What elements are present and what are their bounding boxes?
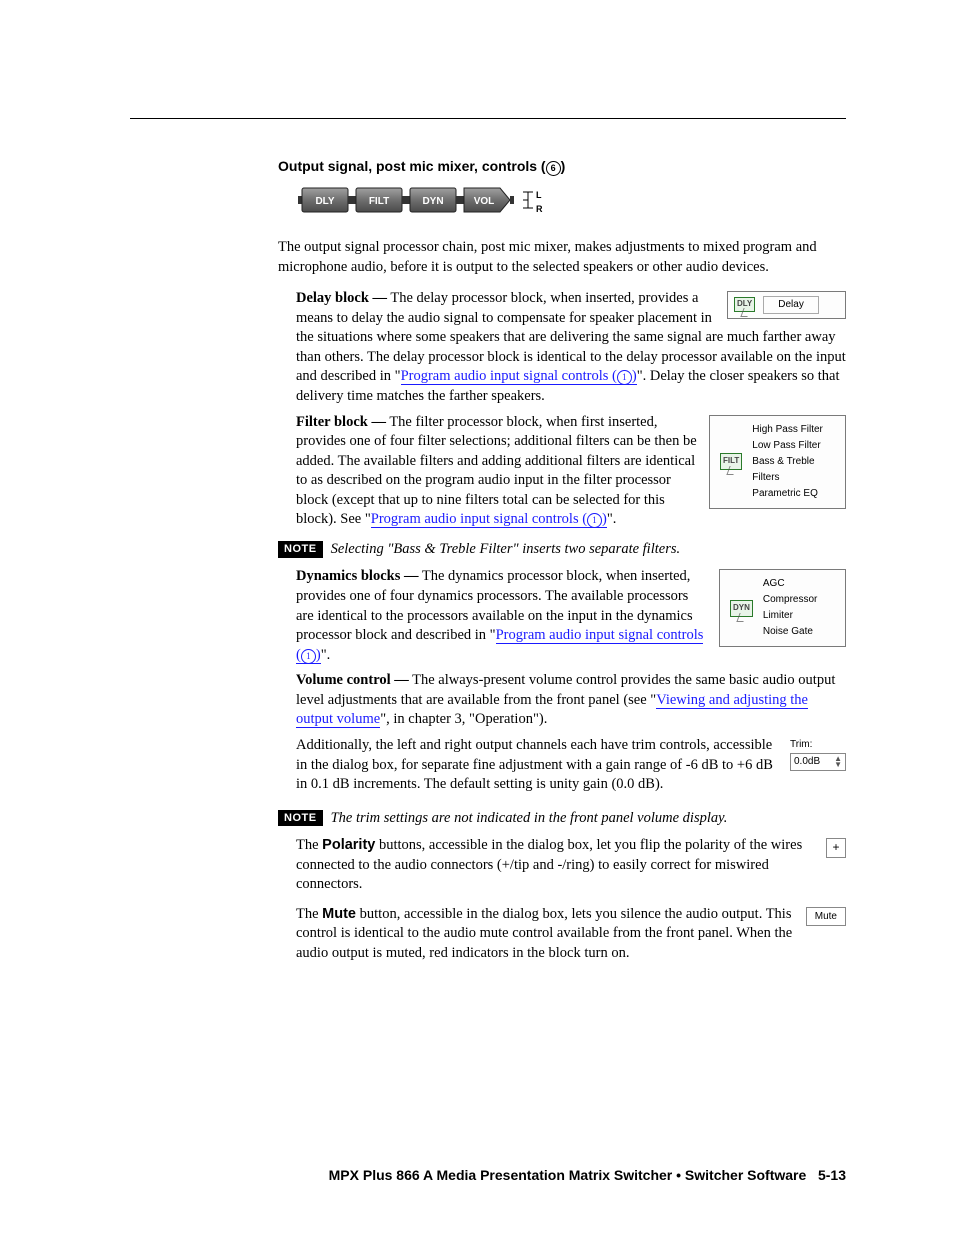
note-1: NOTE Selecting "Bass & Treble Filter" ins… (278, 540, 846, 560)
filter-opt-2: Bass & Treble Filters (752, 454, 835, 486)
dyn-opt-3: Noise Gate (763, 624, 817, 640)
filt-block-icon: FILT (720, 453, 742, 470)
note-2: NOTE The trim settings are not indicated … (278, 809, 846, 829)
delay-tooltip-box: DLY Delay (727, 291, 846, 319)
note-2-text: The trim settings are not indicated in t… (331, 810, 728, 826)
volume-paragraph-1: Volume control — The always-present volu… (278, 671, 846, 730)
delay-label: Delay (763, 296, 819, 314)
intro-paragraph: The output signal processor chain, post … (278, 238, 846, 277)
polarity-strong: Polarity (322, 837, 375, 853)
top-rule (130, 118, 846, 119)
trim-value: 0.0dB (794, 755, 820, 769)
vol-lead: Volume control — (296, 672, 409, 688)
dyn-opt-1: Compressor (763, 592, 817, 608)
dyn-opt-2: Limiter (763, 608, 817, 624)
svg-text:DLY: DLY (315, 196, 334, 207)
dyn-lead: Dynamics blocks — (296, 568, 418, 584)
svg-text:FILT: FILT (369, 196, 389, 207)
svg-text:DYN: DYN (422, 196, 443, 207)
note-badge: NOTE (278, 541, 323, 558)
filter-options-box: FILT High Pass Filter Low Pass Filter Ba… (709, 415, 846, 509)
svg-text:L: L (536, 190, 542, 200)
section-heading: Output signal, post mic mixer, controls … (278, 157, 846, 176)
polarity-paragraph: The Polarity buttons, accessible in the … (278, 836, 846, 895)
mute-box: Mute (806, 907, 846, 927)
dynamics-options-box: DYN AGC Compressor Limiter Noise Gate (719, 569, 846, 647)
footer-text: MPX Plus 866 A Media Presentation Matrix… (329, 1167, 807, 1183)
page-footer: MPX Plus 866 A Media Presentation Matrix… (329, 1166, 846, 1185)
heading-marker: 6 (546, 161, 561, 176)
filter-xref-link[interactable]: Program audio input signal controls (1) (371, 511, 607, 528)
mute-strong: Mute (322, 906, 356, 922)
filter-opt-0: High Pass Filter (752, 422, 835, 438)
delay-xref-link[interactable]: Program audio input signal controls (1) (401, 368, 637, 385)
note-badge-2: NOTE (278, 810, 323, 827)
filter-lead: Filter block — (296, 414, 386, 430)
filter-opt-1: Low Pass Filter (752, 438, 835, 454)
volume-paragraph-2: Additionally, the left and right output … (278, 736, 846, 795)
filter-opt-3: Parametric EQ (752, 486, 835, 502)
delay-lead: Delay block — (296, 290, 387, 306)
dyn-opt-0: AGC (763, 576, 817, 592)
dyn-options-list: AGC Compressor Limiter Noise Gate (763, 576, 817, 640)
note-1-text: Selecting "Bass & Treble Filter" inserts… (331, 541, 681, 557)
dly-block-icon: DLY (734, 297, 755, 312)
polarity-box: + (826, 838, 846, 858)
dyn-block-icon: DYN (730, 600, 753, 617)
filter-options-list: High Pass Filter Low Pass Filter Bass & … (752, 422, 835, 502)
spinner-icon[interactable]: ▲▼ (834, 756, 842, 768)
heading-text: Output signal, post mic mixer, controls (278, 158, 537, 174)
trim-label: Trim: (790, 738, 846, 752)
svg-text:R: R (536, 204, 543, 214)
trim-box: Trim: 0.0dB ▲▼ (790, 738, 846, 771)
svg-text:VOL: VOL (474, 196, 495, 207)
footer-page: 5-13 (818, 1167, 846, 1183)
processor-chain-graphic: DLY FILT DYN VOL L R (298, 182, 846, 224)
mute-paragraph: The Mute button, accessible in the dialo… (278, 905, 846, 964)
